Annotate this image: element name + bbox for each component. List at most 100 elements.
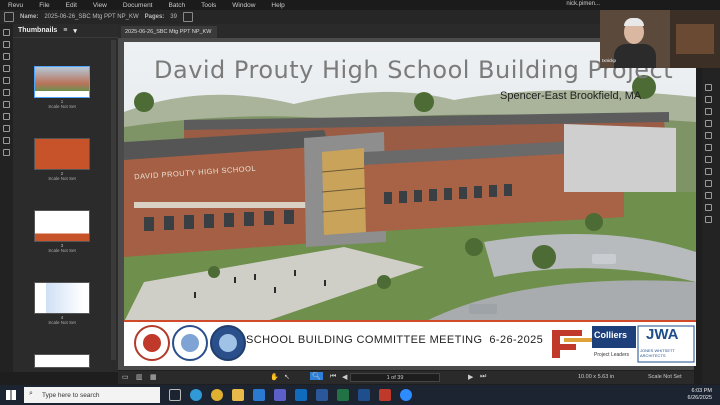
select-tool-icon[interactable]: ↖: [284, 373, 290, 381]
thumbnail-scrollbar[interactable]: [111, 40, 116, 360]
left-tool-rail: [0, 24, 13, 372]
thumbnail-page-2[interactable]: 2 Scale Not Set: [34, 138, 90, 181]
bookmarks-icon[interactable]: [3, 41, 10, 48]
thumbnail-image: [34, 282, 90, 314]
next-page-icon[interactable]: ▶: [468, 373, 473, 381]
slide-subtitle: Spencer-East Brookfield, MA: [500, 90, 642, 102]
file-name-field[interactable]: 2025-06-26_SBC Mtg PPT NP_KW: [44, 14, 138, 20]
document-tab[interactable]: 2025-06-26_SBC Mtg PPT NP_KW: [121, 26, 217, 38]
cloud-icon[interactable]: [705, 180, 712, 187]
person-hair: [624, 18, 644, 26]
thumbnail-scale: Scale Not Set: [48, 248, 76, 253]
menu-document[interactable]: Document: [115, 2, 161, 9]
pan-tool-icon[interactable]: ✋: [270, 373, 279, 381]
thumbnail-page-4[interactable]: 4 Scale Not Set: [34, 282, 90, 325]
windows-taskbar: ⌕ Type here to search 6:03 PM 6/26/2025: [0, 385, 720, 405]
excel-icon[interactable]: [337, 389, 349, 401]
zoom-tool-icon[interactable]: 🔍︎: [310, 372, 323, 380]
markup-list-icon[interactable]: [705, 96, 712, 103]
jwa-text: JWA: [646, 326, 679, 343]
search-placeholder: Type here to search: [42, 391, 100, 399]
system-tray[interactable]: 6:03 PM 6/26/2025: [688, 388, 712, 402]
menu-view[interactable]: View: [85, 2, 115, 9]
settings-icon[interactable]: [705, 120, 712, 127]
measurements-icon[interactable]: [3, 113, 10, 120]
thumbnail-scale: Scale Not Set: [48, 320, 76, 325]
view-mode-icon[interactable]: ▭: [122, 373, 129, 381]
file-info-toolbar: Name: 2025-06-26_SBC Mtg PPT NP_KW Pages…: [0, 10, 600, 24]
outlook-icon[interactable]: [295, 389, 307, 401]
stamp-icon[interactable]: [705, 216, 712, 223]
menu-tools[interactable]: Tools: [193, 2, 224, 9]
app-2-icon[interactable]: [379, 389, 391, 401]
menu-edit[interactable]: Edit: [58, 2, 85, 9]
clock-date: 6/26/2025: [687, 395, 712, 401]
links-icon[interactable]: [3, 125, 10, 132]
teams-icon[interactable]: [274, 389, 286, 401]
measure-icon[interactable]: [705, 204, 712, 211]
thumbnail-page-3[interactable]: 3 Scale Not Set: [34, 210, 90, 253]
highlight-icon[interactable]: [705, 144, 712, 151]
thumbnail-page-1[interactable]: 1 Scale Not Set: [34, 66, 90, 109]
chrome-icon[interactable]: [211, 389, 223, 401]
menu-help[interactable]: Help: [263, 2, 292, 9]
thumbnails-title: Thumbnails: [18, 27, 58, 34]
file-explorer-icon[interactable]: [232, 389, 244, 401]
thumbnails-icon[interactable]: [3, 29, 10, 36]
user-name[interactable]: nick.pimen...: [558, 1, 608, 7]
slide-title: David Prouty High School Building Projec…: [154, 56, 674, 84]
zoom-icon[interactable]: [400, 389, 412, 401]
grid-view-icon[interactable]: ▦: [150, 373, 157, 381]
studio-icon[interactable]: [705, 108, 712, 115]
last-page-icon[interactable]: ⏭: [480, 373, 486, 381]
page-indicator-text: 1 of 39: [386, 375, 404, 381]
first-page-icon[interactable]: ⏮: [330, 373, 336, 381]
menu-bar: Revu File Edit View Document Batch Tools…: [0, 0, 720, 10]
prev-page-icon[interactable]: ◀: [342, 373, 347, 381]
pen-icon[interactable]: [705, 132, 712, 139]
person-body: [614, 44, 656, 68]
menu-window[interactable]: Window: [224, 2, 263, 9]
tool-chest-icon[interactable]: [3, 89, 10, 96]
properties-icon[interactable]: [705, 84, 712, 91]
thumbnail-page-5[interactable]: [34, 354, 90, 368]
split-view-icon[interactable]: ▥: [136, 373, 143, 381]
arrow-icon[interactable]: [705, 192, 712, 199]
thumbnails-panel: Thumbnails ≡ ▾ 1 Scale Not Set 2 Scale N…: [13, 24, 118, 372]
colliers-subtext: Project Leaders: [594, 352, 630, 358]
edge-icon[interactable]: [190, 389, 202, 401]
shape-icon[interactable]: [705, 168, 712, 175]
markups-icon[interactable]: [3, 65, 10, 72]
thumbnail-size-icon[interactable]: ▾: [73, 27, 77, 35]
file-access-icon[interactable]: [3, 149, 10, 156]
thumbnail-scale: Scale Not Set: [48, 176, 76, 181]
document-icon[interactable]: [4, 12, 14, 22]
thumbnail-options-icon[interactable]: ≡: [63, 27, 67, 34]
colliers-text: Colliers: [594, 330, 628, 340]
bluebeam-icon[interactable]: [358, 389, 370, 401]
page-icon[interactable]: [182, 12, 193, 22]
thumbnails-header: Thumbnails ≡ ▾: [13, 24, 118, 38]
menu-file[interactable]: File: [31, 2, 57, 9]
menu-revu[interactable]: Revu: [0, 2, 31, 9]
thumbnail-image: [34, 210, 90, 242]
task-view-icon[interactable]: [169, 389, 181, 401]
room-background: [670, 10, 720, 68]
webcam-label: Ixnickp: [602, 58, 617, 63]
thumbnail-image: [34, 354, 90, 368]
windows-start-icon[interactable]: [6, 390, 16, 400]
taskbar-search[interactable]: ⌕ Type here to search: [24, 387, 160, 403]
jwa-subtext: JONES WHITSETT ARCHITECTS: [640, 348, 675, 358]
app-icon[interactable]: [253, 389, 265, 401]
signatures-icon[interactable]: [3, 137, 10, 144]
search-icon[interactable]: [3, 77, 10, 84]
layers-icon[interactable]: [3, 53, 10, 60]
properties-icon[interactable]: [3, 101, 10, 108]
pages-label: Pages:: [144, 14, 165, 20]
meeting-banner-text: SCHOOL BUILDING COMMITTEE MEETING 6-26-2…: [246, 334, 544, 346]
clock-time: 6:03 PM: [691, 388, 712, 394]
menu-batch[interactable]: Batch: [160, 2, 193, 9]
page-indicator[interactable]: 1 of 39: [350, 373, 440, 382]
text-icon[interactable]: [705, 156, 712, 163]
word-icon[interactable]: [316, 389, 328, 401]
